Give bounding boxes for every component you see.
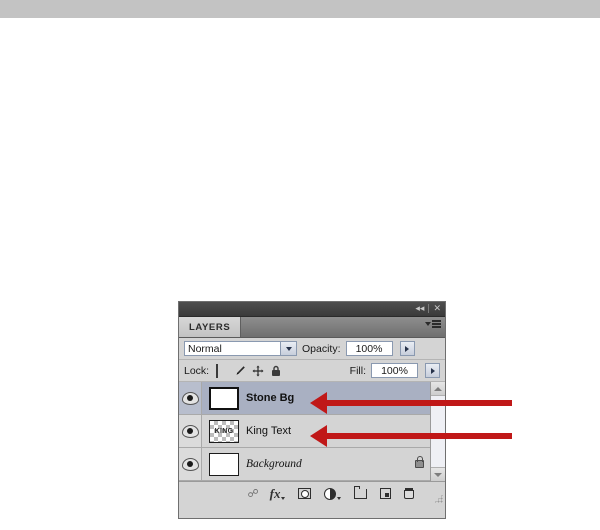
lock-all-icon[interactable]: [270, 365, 281, 376]
fill-value: 100%: [381, 364, 408, 377]
eye-icon: [181, 457, 199, 471]
tab-layers[interactable]: LAYERS: [179, 317, 242, 337]
table-row[interactable]: Stone Bg: [179, 382, 430, 415]
layer-thumbnail: [209, 452, 239, 476]
fill-input[interactable]: 100%: [371, 363, 418, 378]
eye-icon: [181, 424, 199, 438]
opacity-value: 100%: [355, 342, 383, 355]
blend-mode-value: Normal: [188, 342, 222, 355]
delete-layer-icon[interactable]: [404, 486, 415, 502]
opacity-input[interactable]: 100%: [345, 341, 393, 356]
layer-lock-slot: [408, 456, 430, 468]
collapse-to-icons-icon[interactable]: ◂◂: [415, 303, 424, 314]
panel-tab-strip: LAYERS: [179, 317, 445, 338]
layer-thumbnail-cell[interactable]: [202, 452, 246, 476]
layer-thumbnail-cell[interactable]: [202, 386, 246, 410]
close-icon[interactable]: ✕: [433, 303, 441, 314]
layer-thumbnail-text: KING: [214, 427, 234, 435]
lock-fill-row: Lock: Fill: 100%: [179, 360, 445, 382]
layers-list: Stone Bg KING King Text Background: [179, 382, 430, 481]
layer-visibility-toggle[interactable]: [179, 382, 202, 414]
lock-transparent-pixels-icon[interactable]: [216, 364, 227, 378]
titlebar-separator: [428, 304, 430, 313]
annotation-arrow-stone-bg-shaft: [327, 400, 512, 406]
panel-menu-icon[interactable]: [425, 320, 441, 328]
link-layers-icon[interactable]: ☍: [248, 486, 259, 502]
chevron-down-icon[interactable]: [280, 342, 296, 355]
tab-layers-label: LAYERS: [189, 321, 231, 333]
page-root: ◂◂ ✕ LAYERS Normal Opacity: 100% Lock: F…: [0, 0, 600, 530]
fill-stepper[interactable]: [425, 363, 440, 378]
panel-titlebar-buttons: ◂◂ ✕: [415, 303, 441, 314]
resize-grip-icon[interactable]: [434, 494, 443, 503]
add-layer-mask-icon[interactable]: [298, 486, 312, 502]
layer-thumbnail-cell[interactable]: KING: [202, 419, 246, 443]
layers-panel-footer: ☍ fx: [179, 481, 445, 505]
top-gray-band: [0, 0, 600, 18]
layer-thumbnail: KING: [209, 419, 239, 443]
opacity-stepper[interactable]: [399, 341, 415, 356]
new-group-icon[interactable]: [353, 485, 368, 502]
layer-visibility-toggle[interactable]: [179, 448, 202, 480]
lock-label: Lock:: [184, 364, 210, 377]
panel-titlebar: ◂◂ ✕: [179, 302, 445, 317]
lock-position-icon[interactable]: [252, 365, 264, 377]
opacity-label: Opacity:: [302, 342, 341, 355]
layer-name[interactable]: Background: [246, 458, 408, 470]
eye-icon: [181, 391, 199, 405]
layer-style-fx-icon[interactable]: fx: [270, 486, 286, 502]
new-adjustment-layer-icon[interactable]: [324, 486, 342, 502]
table-row[interactable]: Background: [179, 448, 430, 481]
scrollbar-track[interactable]: [431, 396, 445, 467]
new-layer-icon[interactable]: [380, 486, 392, 502]
vertical-scrollbar[interactable]: [430, 382, 445, 481]
layer-visibility-toggle[interactable]: [179, 415, 202, 447]
annotation-arrow-king-text-shaft: [327, 433, 512, 439]
scroll-down-icon[interactable]: [431, 467, 445, 481]
panel-menu-triangle: [425, 321, 431, 326]
lock-icon: [414, 456, 424, 468]
fill-label: Fill:: [349, 364, 366, 377]
panel-menu-lines: [432, 320, 441, 328]
scroll-up-icon[interactable]: [431, 382, 445, 396]
annotation-arrow-king-text-head: [310, 425, 327, 447]
table-row[interactable]: KING King Text: [179, 415, 430, 448]
annotation-arrow-stone-bg-head: [310, 392, 327, 414]
lock-image-pixels-icon[interactable]: [234, 365, 245, 376]
layer-thumbnail: [209, 386, 239, 410]
blend-opacity-row: Normal Opacity: 100%: [179, 338, 445, 360]
blend-mode-select[interactable]: Normal: [184, 341, 297, 356]
lock-buttons: [216, 364, 281, 378]
